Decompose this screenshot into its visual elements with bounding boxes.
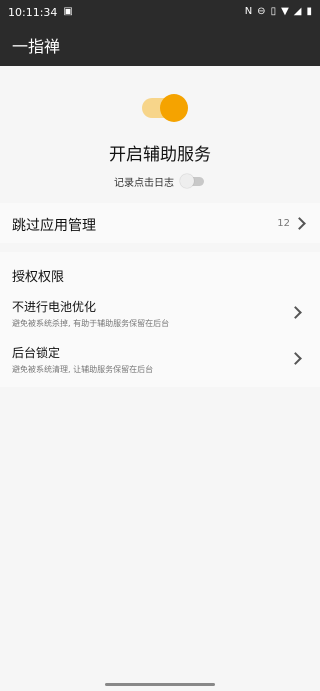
log-row: 记录点击日志: [100, 174, 220, 189]
chevron-right-icon: [293, 217, 306, 230]
nfc-icon: N: [244, 6, 253, 17]
log-label: 记录点击日志: [114, 177, 174, 189]
chevron-right-icon: [289, 352, 302, 365]
chevron-right-icon: [289, 306, 302, 319]
skip-app-manage-row[interactable]: 跳过应用管理 12: [0, 203, 320, 243]
skip-title: 跳过应用管理: [12, 218, 96, 234]
service-toggle[interactable]: [142, 94, 192, 122]
background-lock-title: 后台锁定: [12, 346, 61, 360]
battery-icon: ▮: [306, 6, 312, 17]
battery-optimization-title: 不进行电池优化: [12, 300, 97, 314]
log-toggle[interactable]: [180, 174, 206, 188]
status-bar: 10:11:34 ▣ N ⊖ ▯ ▼ ◢ ▮: [0, 0, 320, 24]
home-indicator[interactable]: [105, 683, 215, 686]
skip-count: 12: [277, 218, 290, 229]
vibrate-icon: ▯: [270, 6, 277, 17]
status-icons: N ⊖ ▯ ▼ ◢ ▮: [245, 7, 312, 17]
background-lock-desc: 避免被系统清理, 让辅助服务保留在后台: [12, 365, 154, 374]
dnd-icon: ⊖: [257, 6, 266, 17]
log-toggle-thumb: [180, 174, 194, 188]
service-toggle-thumb: [160, 94, 188, 122]
status-time: 10:11:34: [8, 5, 58, 19]
service-title: 开启辅助服务: [109, 145, 211, 165]
notification-badge-icon: ▣: [63, 6, 73, 17]
signal-icon: ◢: [293, 6, 302, 17]
wifi-icon: ▼: [281, 6, 289, 17]
battery-optimization-desc: 避免被系统杀掉, 有助于辅助服务保留在后台: [12, 319, 170, 328]
app-bar: 一指禅: [0, 24, 320, 66]
app-title: 一指禅: [12, 37, 61, 56]
permissions-card: 授权权限 不进行电池优化 避免被系统杀掉, 有助于辅助服务保留在后台 后台锁定 …: [0, 252, 320, 387]
permissions-section-title: 授权权限: [12, 270, 65, 285]
battery-optimization-item[interactable]: 不进行电池优化 避免被系统杀掉, 有助于辅助服务保留在后台: [0, 298, 320, 338]
background-lock-item[interactable]: 后台锁定 避免被系统清理, 让辅助服务保留在后台: [0, 344, 320, 384]
